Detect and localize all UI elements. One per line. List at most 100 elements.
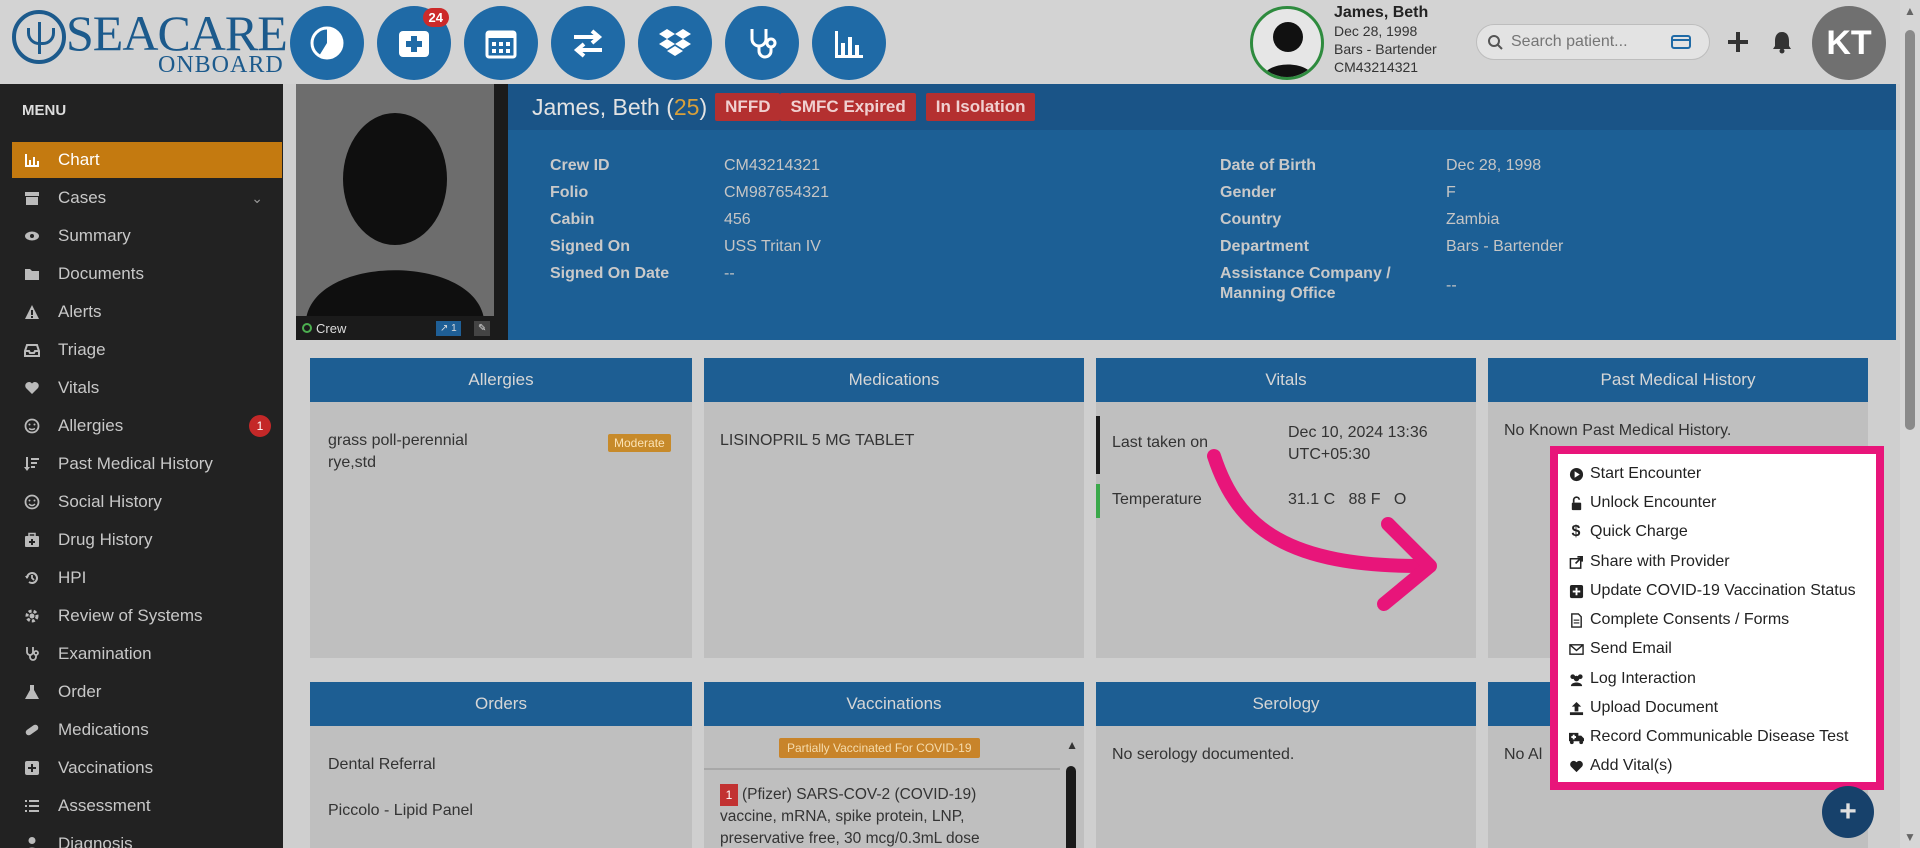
sidebar-item-vitals[interactable]: Vitals <box>12 370 283 406</box>
pmh-card-title[interactable]: Past Medical History <box>1488 358 1868 402</box>
vaccinations-card-title[interactable]: Vaccinations <box>704 682 1084 726</box>
serology-card-title[interactable]: Serology <box>1096 682 1476 726</box>
sidebar-item-hpi[interactable]: HPI <box>12 560 283 596</box>
vaccination-item[interactable]: 1 (Pfizer) SARS-COV-2 (COVID-19) vaccine,… <box>720 784 980 848</box>
patient-title-bar: James, Beth (25) NFFD SMFC Expired In Is… <box>508 84 1896 130</box>
menu-item-start-encounter[interactable]: Start Encounter <box>1566 462 1701 486</box>
trident-logo-icon <box>12 10 66 64</box>
sidebar-item-vaccinations[interactable]: Vaccinations <box>12 750 283 786</box>
dashboard-nav-button[interactable] <box>290 6 364 80</box>
menu-item-add-vitals[interactable]: Add Vital(s) <box>1566 754 1672 778</box>
medications-card-title[interactable]: Medications <box>704 358 1084 402</box>
menu-item-quick-charge[interactable]: $ Quick Charge <box>1566 520 1688 544</box>
sidebar-item-label: Drug History <box>58 530 153 549</box>
sidebar-item-cases[interactable]: Cases ⌄ <box>12 180 283 216</box>
inventory-nav-button[interactable] <box>638 6 712 80</box>
seacare-logo[interactable]: SEACARE ONBOARD <box>12 6 288 78</box>
reports-nav-button[interactable] <box>812 6 886 80</box>
exchange-icon <box>573 29 603 58</box>
menu-item-label: Start Encounter <box>1590 465 1702 482</box>
clinical-nav-button[interactable] <box>725 6 799 80</box>
sidebar-item-drug-history[interactable]: Drug History <box>12 522 283 558</box>
patient-header: James, Beth (25) NFFD SMFC Expired In Is… <box>508 84 1896 340</box>
menu-item-send-email[interactable]: Send Email <box>1566 637 1672 661</box>
id-card-icon[interactable] <box>1671 34 1691 50</box>
new-case-nav-button[interactable]: 24 <box>377 6 451 80</box>
search-input[interactable] <box>1511 33 1671 51</box>
person-silhouette-icon <box>306 113 484 319</box>
page-scrollbar[interactable]: ▲ ▼ <box>1900 0 1920 848</box>
sidebar-item-medications[interactable]: Medications <box>12 712 283 748</box>
sidebar-item-review-of-systems[interactable]: Review of Systems <box>12 598 283 634</box>
patient-search[interactable] <box>1476 24 1710 60</box>
scroll-up-icon[interactable]: ▲ <box>1904 4 1916 18</box>
menu-item-label: Upload Document <box>1590 699 1719 716</box>
upload-icon <box>1566 701 1586 716</box>
vitals-card-title[interactable]: Vitals <box>1096 358 1476 402</box>
plus-square-icon <box>1566 584 1586 599</box>
sidebar-item-examination[interactable]: Examination <box>12 636 283 672</box>
pill-icon <box>12 722 58 738</box>
menu-item-log-interaction[interactable]: Log Interaction <box>1566 667 1696 691</box>
orders-card-title[interactable]: Orders <box>310 682 692 726</box>
sidebar-item-assessment[interactable]: Assessment <box>12 788 283 824</box>
sidebar-item-order[interactable]: Order <box>12 674 283 710</box>
menu-item-label: Log Interaction <box>1590 670 1696 687</box>
scroll-down-icon[interactable]: ▼ <box>1904 830 1916 844</box>
current-patient-info[interactable]: James, Beth Dec 28, 1998 Bars - Bartende… <box>1334 4 1437 76</box>
sidebar-item-label: Medications <box>58 720 149 739</box>
sidebar-item-label: Documents <box>58 264 144 283</box>
photo-count-badge[interactable]: ↗ 1 <box>436 321 461 336</box>
menu-title: MENU <box>22 102 67 119</box>
sidebar-item-alerts[interactable]: Alerts <box>12 294 283 330</box>
dob-value: Dec 28, 1998 <box>1446 157 1542 174</box>
heart-icon <box>1566 759 1586 774</box>
sidebar-item-label: Review of Systems <box>58 606 203 625</box>
envelope-icon <box>1566 642 1586 657</box>
sidebar-item-label: Diagnosis <box>58 834 133 848</box>
add-patient-button[interactable] <box>1724 28 1752 56</box>
menu-item-unlock-encounter[interactable]: Unlock Encounter <box>1566 491 1716 515</box>
allergies-card-title[interactable]: Allergies <box>310 358 692 402</box>
floating-add-button[interactable]: + <box>1822 786 1874 838</box>
sidebar-item-diagnosis[interactable]: Diagnosis <box>12 826 283 848</box>
sidebar-item-chart[interactable]: Chart <box>12 142 282 178</box>
menu-item-record-communicable-disease-test[interactable]: Record Communicable Disease Test <box>1566 725 1848 749</box>
medication-item[interactable]: LISINOPRIL 5 MG TABLET <box>720 430 914 452</box>
user-avatar[interactable]: KT <box>1812 6 1886 80</box>
notifications-button[interactable] <box>1768 28 1796 56</box>
attach-icon[interactable]: ✎ <box>474 321 491 336</box>
menu-item-upload-document[interactable]: Upload Document <box>1566 696 1718 720</box>
order-item[interactable]: Piccolo - Lipid Panel <box>328 800 473 822</box>
patient-avatar[interactable] <box>1250 6 1324 80</box>
sidebar-item-past-medical-history[interactable]: Past Medical History <box>12 446 283 482</box>
search-icon <box>1488 35 1503 50</box>
vaccinations-scrollbar[interactable] <box>1066 766 1076 848</box>
sidebar-item-allergies[interactable]: Allergies 1 <box>12 408 283 444</box>
allergy-item[interactable]: grass poll-perennial rye,std <box>328 430 468 474</box>
sidebar-item-documents[interactable]: Documents <box>12 256 283 292</box>
menu-item-share-with-provider[interactable]: Share with Provider <box>1566 550 1730 574</box>
menu-item-label: Unlock Encounter <box>1590 494 1717 511</box>
sidebar-item-summary[interactable]: Summary <box>12 218 283 254</box>
transfer-nav-button[interactable] <box>551 6 625 80</box>
vitals-indicator-bar <box>1096 416 1100 474</box>
sidebar-item-social-history[interactable]: Social History <box>12 484 283 520</box>
menu-item-label: Add Vital(s) <box>1590 757 1673 774</box>
action-menu: Start Encounter Unlock Encounter $ Quick… <box>1550 446 1884 790</box>
chevron-double-down-icon[interactable]: ⌄ <box>251 190 263 207</box>
patient-id: CM43214321 <box>1334 59 1419 75</box>
scrollbar-thumb[interactable] <box>1905 30 1915 430</box>
menu-item-update-covid-vaccination-status[interactable]: Update COVID-19 Vaccination Status <box>1566 579 1856 603</box>
temperature-label: Temperature <box>1112 491 1202 508</box>
calendar-nav-button[interactable] <box>464 6 538 80</box>
order-item[interactable]: Dental Referral <box>328 754 436 776</box>
scroll-up-icon[interactable]: ▲ <box>1066 738 1078 752</box>
patient-photo[interactable]: Crew ↗ 1 ✎ <box>296 84 494 340</box>
menu-item-label: Update COVID-19 Vaccination Status <box>1590 582 1856 599</box>
bar-chart-icon <box>835 31 863 58</box>
sidebar-item-triage[interactable]: Triage <box>12 332 283 368</box>
severity-badge: Moderate <box>608 434 671 452</box>
tag-in-isolation: In Isolation <box>925 93 1036 121</box>
menu-item-complete-consents-forms[interactable]: Complete Consents / Forms <box>1566 608 1789 632</box>
